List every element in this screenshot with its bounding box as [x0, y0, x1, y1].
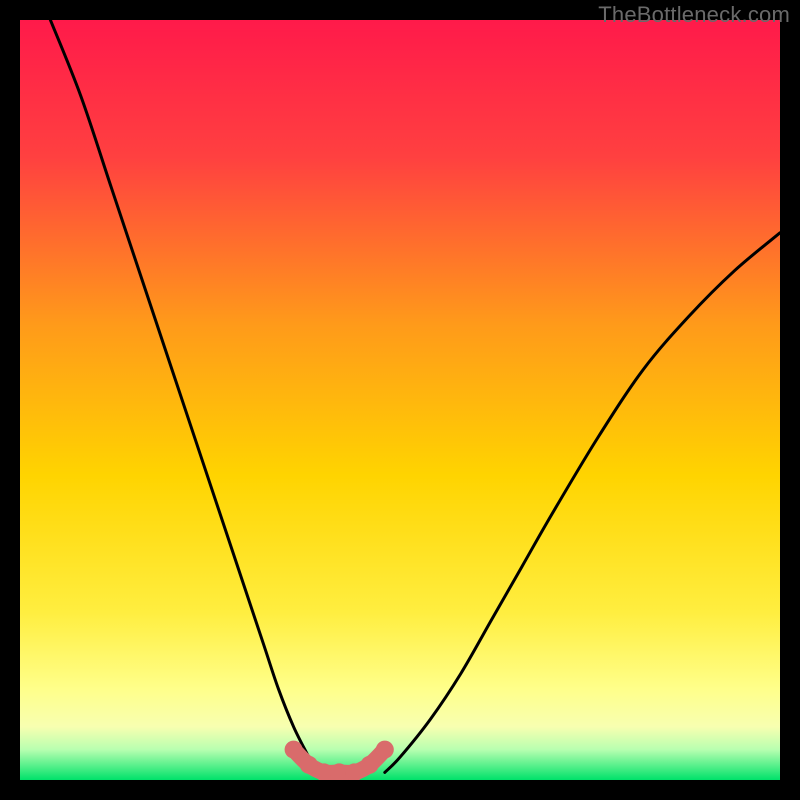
chart-frame [20, 20, 780, 780]
chart-svg [20, 20, 780, 780]
bottom-dot [376, 741, 394, 759]
gradient-background [20, 20, 780, 780]
watermark-text: TheBottleneck.com [598, 2, 790, 28]
bottom-dot [285, 741, 303, 759]
bottom-dot [361, 756, 379, 774]
